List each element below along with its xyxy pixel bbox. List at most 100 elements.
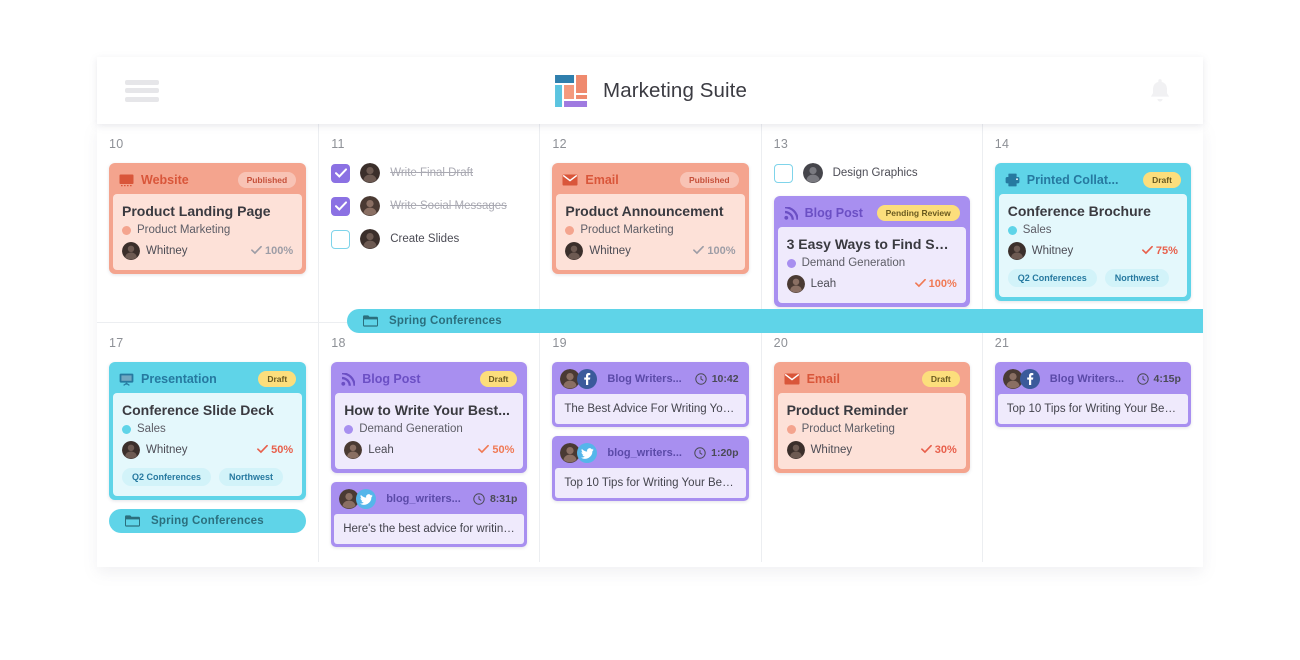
rss-icon [784, 207, 798, 220]
campaign-bar-spring-conferences[interactable]: Spring Conferences [347, 309, 1203, 333]
social-post-card[interactable]: Blog Writers...10:42The Best Advice For … [552, 362, 748, 427]
progress-check-icon [257, 444, 268, 454]
card-header: Blog Post Pending Review [778, 200, 966, 227]
day-number: 11 [331, 137, 527, 151]
social-post-text: Top 10 Tips for Writing Your Best... [555, 468, 745, 498]
avatar-whitney [1008, 242, 1026, 260]
card-type-label: Blog Post [805, 206, 870, 220]
check-icon [335, 201, 347, 211]
card-assignee-row: Whitney 100% [565, 242, 735, 260]
card-title: Product Landing Page [122, 203, 293, 219]
card-title: 3 Easy Ways to Find Social... [787, 236, 957, 252]
tag[interactable]: Q2 Conferences [122, 468, 211, 486]
content-card[interactable]: PresentationDraftConference Slide DeckSa… [109, 362, 306, 500]
tag[interactable]: Northwest [1105, 269, 1169, 287]
campaign-bar-label: Spring Conferences [389, 315, 502, 327]
task-checkbox[interactable] [331, 197, 350, 216]
assignee-name: Whitney [589, 245, 687, 257]
clock-icon [694, 447, 706, 459]
content-card[interactable]: WebsitePublished Product Landing Page Prod… [109, 163, 306, 274]
card-type-label: Website [141, 173, 231, 187]
social-post-header: Blog Writers...10:42 [555, 365, 745, 394]
calendar-day-cell[interactable]: 12EmailPublishedProduct AnnouncementProd… [539, 124, 760, 322]
card-assignee-row: Leah 50% [344, 441, 514, 459]
progress-value: 100% [693, 245, 735, 257]
card-header: EmailPublished [556, 167, 744, 194]
avatar-whitney [122, 242, 140, 260]
calendar-day-cell[interactable]: 20EmailDraftProduct ReminderProduct Mark… [761, 323, 982, 562]
calendar-day-cell[interactable]: 10WebsitePublishedProduct Landing PagePr… [97, 124, 318, 322]
campaign-bar[interactable]: Spring Conferences [109, 509, 306, 533]
content-card[interactable]: Blog PostDraftHow to Write Your Best...D… [331, 362, 527, 473]
card-title: Conference Brochure [1008, 203, 1178, 219]
avatar-leah [360, 196, 380, 216]
tag[interactable]: Q2 Conferences [1008, 269, 1097, 287]
campaign-color-dot [787, 259, 796, 268]
social-post-text: Here's the best advice for writing... [334, 514, 524, 544]
card-header: WebsitePublished [113, 167, 302, 194]
tag-list: Q2 Conferences Northwest [1008, 269, 1178, 287]
task-checkbox[interactable] [774, 164, 793, 183]
hamburger-menu-icon[interactable] [125, 80, 159, 102]
task-name: Write Social Messages [390, 200, 507, 212]
card-body: 3 Easy Ways to Find Social...Demand Gene… [778, 227, 966, 303]
clock-icon [1137, 373, 1149, 385]
day-number: 17 [109, 336, 306, 350]
campaign-color-dot [344, 425, 353, 434]
campaign-color-dot [122, 425, 131, 434]
envelope-icon [562, 174, 578, 186]
task-name: Write Final Draft [390, 167, 473, 179]
calendar-day-cell[interactable]: 17 PresentationDraftConference Slide Deck… [97, 323, 318, 562]
card-body: Conference BrochureSalesWhitney 75%Q2 Co… [999, 194, 1187, 297]
twitter-icon [360, 494, 373, 505]
social-post-card[interactable]: Blog Writers...4:15pTop 10 Tips for Writ… [995, 362, 1191, 427]
card-type-label: Email [585, 173, 673, 187]
task-checkbox[interactable] [331, 230, 350, 249]
card-header: EmailDraft [778, 366, 966, 393]
task-item[interactable]: Write Social Messages [331, 196, 527, 216]
social-post-card[interactable]: blog_writers...1:20pTop 10 Tips for Writ… [552, 436, 748, 501]
task-item[interactable]: Design Graphics [774, 163, 970, 183]
card-title: Product Announcement [565, 203, 735, 219]
task-item[interactable]: Create Slides [331, 229, 527, 249]
monitor-icon [119, 174, 134, 187]
campaign-color-dot [122, 226, 131, 235]
status-badge: Pending Review [877, 205, 960, 221]
card-title: How to Write Your Best... [344, 402, 514, 418]
calendar-day-cell[interactable]: 18Blog PostDraftHow to Write Your Best..… [318, 323, 539, 562]
progress-check-icon [915, 278, 926, 288]
social-post-card[interactable]: blog_writers...8:31pHere's the best advi… [331, 482, 527, 547]
calendar-week-row: 10WebsitePublishedProduct Landing PagePr… [97, 124, 1203, 322]
content-card[interactable]: Blog Post Pending Review 3 Easy Ways to Fi… [774, 196, 970, 307]
content-card[interactable]: Printed Collat...DraftConference Brochur… [995, 163, 1191, 301]
day-number: 12 [552, 137, 748, 151]
card-header: Printed Collat...Draft [999, 167, 1187, 194]
calendar-day-cell[interactable]: 19Blog Writers...10:42The Best Advice Fo… [539, 323, 760, 562]
app-header: Marketing Suite [97, 57, 1203, 124]
page-title: Marketing Suite [603, 79, 747, 103]
card-campaign: Product Marketing [122, 224, 293, 236]
task-item[interactable]: Write Final Draft [331, 163, 527, 183]
calendar-day-cell[interactable]: 21Blog Writers...4:15pTop 10 Tips for Wr… [982, 323, 1203, 562]
content-card[interactable]: EmailDraftProduct ReminderProduct Market… [774, 362, 970, 473]
facebook-badge-icon [577, 369, 597, 389]
facebook-icon [583, 373, 591, 385]
task-checkbox[interactable] [331, 164, 350, 183]
assignee-name: Whitney [811, 444, 915, 456]
social-time: 4:15p [1137, 373, 1181, 385]
day-number: 14 [995, 137, 1191, 151]
card-assignee-row: Whitney 50% [122, 441, 293, 459]
task-name: Design Graphics [833, 167, 918, 179]
progress-check-icon [921, 444, 932, 454]
assignee-name: Whitney [146, 245, 245, 257]
progress-value: 75% [1142, 245, 1178, 257]
content-card[interactable]: EmailPublishedProduct AnnouncementProduc… [552, 163, 748, 274]
calendar-day-cell[interactable]: 11 Write Final Draft Write Social Messages… [318, 124, 539, 322]
card-body: Conference Slide DeckSalesWhitney 50%Q2 … [113, 393, 302, 496]
tag[interactable]: Northwest [219, 468, 283, 486]
calendar-day-cell[interactable]: 14Printed Collat...DraftConference Broch… [982, 124, 1203, 322]
social-time: 8:31p [473, 493, 517, 505]
bell-icon[interactable] [1147, 77, 1173, 105]
calendar-day-cell[interactable]: 13Design GraphicsBlog PostPending Review… [761, 124, 982, 322]
card-type-label: Blog Post [362, 372, 472, 386]
